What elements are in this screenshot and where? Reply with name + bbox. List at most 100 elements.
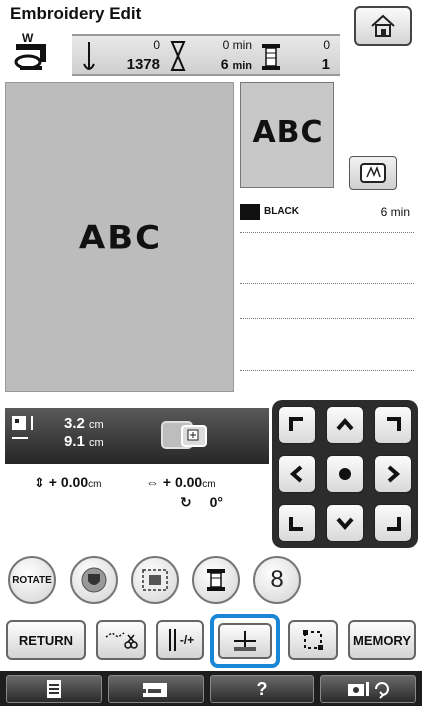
hoop-icon (160, 418, 210, 452)
move-up-right-button[interactable] (374, 406, 412, 444)
arrow-left-icon (289, 465, 303, 483)
move-down-left-button[interactable] (278, 504, 316, 542)
divider (240, 283, 414, 284)
stitch-stats-bar: 0 1378 0 min 6 min 0 1 (72, 34, 340, 76)
rotation-angle-value: 0° (209, 494, 224, 510)
move-up-button[interactable] (326, 406, 364, 444)
rotate-button[interactable]: ROTATE (8, 556, 56, 604)
design-width-unit: cm (89, 437, 104, 449)
thumbnail-pattern-text: ABC (252, 115, 324, 150)
trial-button[interactable] (288, 620, 338, 660)
embroidery-frame-icon (360, 163, 386, 183)
move-down-right-button[interactable] (374, 504, 412, 542)
arrow-right-icon (387, 465, 401, 483)
divider (240, 318, 414, 319)
document-icon (47, 680, 61, 698)
arrow-up-left-icon (289, 417, 303, 431)
design-width: 9.1 cm (64, 433, 104, 450)
home-icon (371, 14, 395, 37)
arrow-up-icon (336, 417, 354, 431)
hourglass-icon (170, 41, 186, 71)
thread-spool-icon (262, 44, 280, 70)
vertical-position-unit: cm (88, 479, 102, 490)
stitch-total: 1378 (126, 56, 160, 73)
pattern-thumbnail: ABC (240, 82, 334, 188)
color-current: 0 (323, 38, 330, 52)
arrow-down-right-icon (387, 517, 401, 531)
image-edit-button[interactable] (131, 556, 179, 604)
vertical-position-value: 0.00 (60, 474, 89, 490)
thread-plus-minus-label: -/+ (179, 633, 195, 647)
thread-color-time: 6 min (380, 205, 410, 219)
rotation-angle: ↻ 0° (180, 494, 223, 511)
thread-color-name: BLACK (264, 206, 299, 217)
design-width-value: 9.1 (64, 433, 85, 450)
center-button[interactable] (326, 455, 364, 493)
help-button[interactable]: ? (210, 675, 314, 703)
divider (240, 370, 414, 371)
design-height-value: 3.2 (64, 415, 85, 432)
density-digit: 8 (270, 566, 284, 593)
dashed-frame-icon (303, 630, 323, 650)
horizontal-arrow-icon: ⇔ (146, 475, 159, 490)
camera-view-button[interactable] (320, 675, 416, 703)
horizontal-position-value: 0.00 (174, 474, 203, 490)
sewing-machine-icon (143, 683, 167, 697)
arrow-down-icon (336, 517, 354, 531)
size-icon (10, 414, 40, 444)
thread-color-button[interactable] (192, 556, 240, 604)
divider (240, 232, 414, 233)
vertical-arrow-icon: ⇕ (34, 475, 45, 490)
time-current-value: 0 (222, 38, 230, 52)
embroidery-machine-icon: W (12, 30, 60, 74)
needle-icon (83, 42, 95, 70)
memory-button-label: MEMORY (352, 632, 412, 648)
move-up-left-button[interactable] (278, 406, 316, 444)
home-button[interactable] (354, 6, 412, 46)
move-direction-pad (272, 400, 418, 548)
color-total: 1 (321, 56, 330, 73)
vertical-position-sign: + (48, 474, 57, 490)
pattern-frame-icon (142, 569, 168, 591)
density-button[interactable]: 8 (253, 556, 301, 604)
move-left-button[interactable] (278, 455, 316, 493)
frame-preview-button[interactable] (349, 156, 397, 190)
menu-button[interactable] (6, 675, 102, 703)
memory-button[interactable]: MEMORY (348, 620, 416, 660)
rotation-icon: ↻ (180, 494, 192, 510)
thread-color-swatch (240, 204, 260, 220)
camera-rotate-icon (348, 682, 389, 699)
return-button-label: RETURN (18, 632, 74, 648)
horizontal-position-unit: cm (202, 479, 216, 490)
center-point-button[interactable] (218, 623, 272, 659)
time-current: 0 min (196, 38, 252, 52)
embroidery-preview[interactable]: ABC (5, 82, 234, 392)
machine-settings-button[interactable] (108, 675, 204, 703)
shield-icon (81, 567, 107, 593)
border-button[interactable] (70, 556, 118, 604)
rotate-button-label: ROTATE (12, 574, 52, 586)
svg-text:W: W (22, 31, 34, 45)
needle-point-icon (234, 631, 256, 651)
thread-spool-icon (207, 569, 225, 591)
center-point-button-highlight[interactable] (210, 614, 280, 668)
horizontal-position-sign: + (162, 474, 172, 490)
time-total-value: 6 (220, 56, 229, 72)
move-right-button[interactable] (374, 455, 412, 493)
arrow-up-right-icon (387, 417, 401, 431)
return-button[interactable]: RETURN (6, 620, 86, 660)
time-total: 6 min (196, 56, 252, 72)
design-height-unit: cm (89, 419, 104, 431)
question-mark-icon: ? (256, 678, 268, 699)
vertical-position: ⇕ + 0.00cm (34, 474, 101, 491)
stitch-length-button[interactable] (96, 620, 146, 660)
needle-icon (168, 629, 176, 651)
design-height: 3.2 cm (64, 415, 104, 432)
time-total-unit: min (232, 60, 252, 72)
move-down-button[interactable] (326, 504, 364, 542)
thread-plus-minus-button[interactable]: -/+ (156, 620, 204, 660)
stitch-current: 0 (153, 38, 160, 52)
horizontal-position: ⇔ + 0.00cm (146, 474, 216, 490)
center-dot-icon (339, 468, 351, 480)
arrow-down-left-icon (289, 517, 303, 531)
